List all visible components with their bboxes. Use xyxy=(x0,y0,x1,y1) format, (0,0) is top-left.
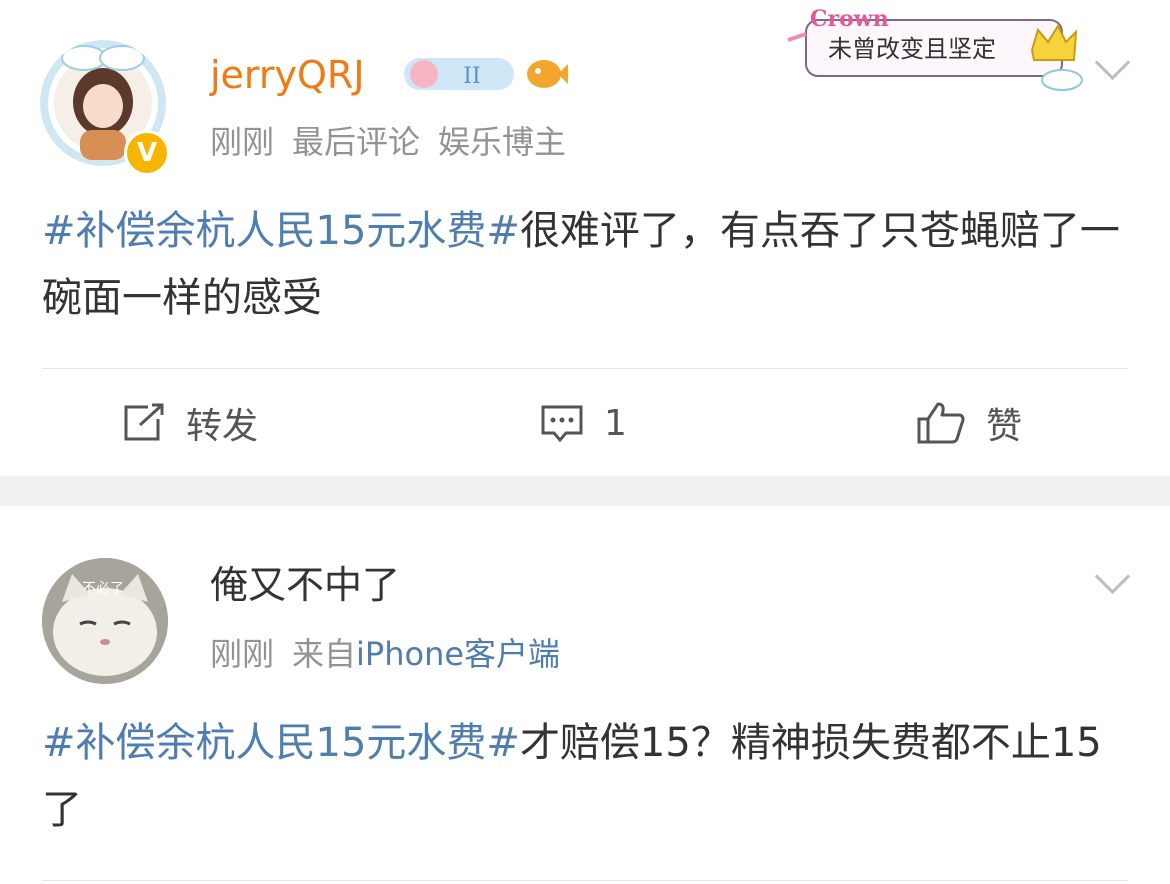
post-meta: 刚刚 来自iPhone客户端 xyxy=(210,634,560,674)
fan-badge[interactable]: Crown 未曾改变且坚定 xyxy=(782,6,1088,98)
repost-button[interactable]: 转发 xyxy=(122,395,258,451)
comment-icon xyxy=(541,405,583,443)
post-content: #补偿余杭人民15元水费#才赔偿15？精神损失费都不止15了 xyxy=(42,710,1132,844)
thumbs-up-icon xyxy=(917,402,965,444)
source-device[interactable]: iPhone客户端 xyxy=(356,635,560,673)
repost-icon xyxy=(124,403,164,441)
feed-divider xyxy=(0,476,1170,506)
last-comment-label: 最后评论 xyxy=(292,123,421,161)
user-role: 娱乐博主 xyxy=(438,123,567,161)
avatar-caption: 不必了 xyxy=(82,581,124,597)
post-content: #补偿余杭人民15元水费#很难评了，有点吞了只苍蝇赔了一碗面一样的感受 xyxy=(42,198,1132,332)
post-card-1: V jerryQRJ II 刚刚 最后评论 娱乐博主 Crown 未曾改变且坚定 #… xyxy=(0,0,1170,476)
topic-tag[interactable]: #补偿余杭人民15元水费# xyxy=(42,720,520,766)
post-card-2: 不必了 俺又不中了 刚刚 来自iPhone客户端 #补偿余杭人民15元水费#才赔偿… xyxy=(0,506,1170,884)
cat-avatar-icon xyxy=(42,558,168,684)
badge-brand: Crown xyxy=(810,6,889,32)
chevron-down-icon[interactable] xyxy=(1094,44,1131,81)
action-divider xyxy=(42,368,1128,369)
username[interactable]: jerryQRJ xyxy=(210,52,365,98)
verified-badge-icon: V xyxy=(124,130,170,176)
user-avatar[interactable]: 不必了 xyxy=(42,558,168,684)
source-prefix: 来自 xyxy=(292,635,357,673)
member-level-icon: II xyxy=(404,58,514,90)
username[interactable]: 俺又不中了 xyxy=(210,562,400,608)
chevron-down-icon[interactable] xyxy=(1094,558,1131,595)
bottom-divider xyxy=(42,880,1128,881)
comment-button[interactable]: 1 xyxy=(540,395,627,451)
topic-tag[interactable]: #补偿余杭人民15元水费# xyxy=(42,208,520,254)
like-button[interactable]: 赞 xyxy=(916,395,1022,451)
like-label: 赞 xyxy=(986,406,1023,447)
post-meta: 刚刚 最后评论 娱乐博主 xyxy=(210,122,584,162)
comment-count: 1 xyxy=(604,402,627,444)
repost-label: 转发 xyxy=(186,406,259,447)
post-time: 刚刚 xyxy=(210,123,275,161)
svg-text:II: II xyxy=(463,64,480,89)
badge-text: 未曾改变且坚定 xyxy=(828,35,996,63)
fish-icon xyxy=(527,60,568,88)
post-time: 刚刚 xyxy=(210,635,275,673)
